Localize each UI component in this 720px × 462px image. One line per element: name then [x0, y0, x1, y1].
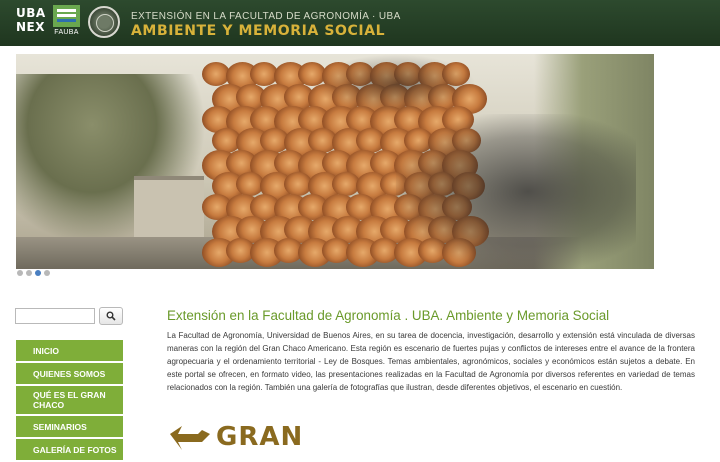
search-button[interactable]: [99, 307, 123, 325]
fauba-logo-label: FAUBA: [54, 29, 79, 36]
fauba-logo[interactable]: FAUBA: [53, 5, 80, 39]
slider-dot[interactable]: [44, 270, 50, 276]
site-title[interactable]: AMBIENTE Y MEMORIA SOCIAL: [131, 23, 385, 39]
slider-dot[interactable]: [35, 270, 41, 276]
hero-house: [134, 176, 204, 242]
slider-dots: [17, 270, 50, 278]
hero-overlay-figure: [396, 114, 636, 269]
site-header: UBA NEX FAUBA EXTENSIÓN EN LA FACULTAD D…: [0, 0, 720, 46]
logo-line-2: NEX: [16, 20, 45, 34]
header-subtitle: EXTENSIÓN EN LA FACULTAD DE AGRONOMÍA · …: [131, 11, 401, 22]
slider-dot[interactable]: [26, 270, 32, 276]
university-seal-icon: [88, 6, 120, 38]
nav-item-quienes-somos[interactable]: QUIENES SOMOS: [16, 363, 123, 384]
intro-paragraph: La Facultad de Agronomía, Universidad de…: [167, 331, 695, 392]
fauba-logo-icon: [53, 5, 80, 27]
hero-slider-image[interactable]: [16, 54, 654, 269]
nav-item-galeria[interactable]: GALERÍA DE FOTOS: [16, 439, 123, 460]
logo-line-1: UBA: [16, 6, 46, 20]
gran-chaco-logo[interactable]: GRAN CHACO: [168, 420, 368, 452]
search-input[interactable]: [15, 308, 95, 324]
gran-chaco-emblem-icon: [170, 426, 210, 450]
nav-item-inicio[interactable]: INICIO: [16, 340, 123, 361]
search-icon: [106, 311, 116, 321]
sidebar-nav: INICIO QUIENES SOMOS QUÉ ES EL GRAN CHAC…: [16, 340, 123, 462]
nav-item-seminarios[interactable]: SEMINARIOS: [16, 416, 123, 437]
slider-dot[interactable]: [17, 270, 23, 276]
hero-overlay-top: [316, 54, 476, 114]
gran-chaco-logo-text: GRAN CHACO: [216, 422, 304, 452]
page-title: Extensión en la Facultad de Agronomía . …: [167, 308, 610, 323]
nav-item-gran-chaco[interactable]: QUÉ ES EL GRAN CHACO: [16, 386, 123, 414]
uba-nex-logo[interactable]: UBA NEX: [16, 6, 46, 34]
